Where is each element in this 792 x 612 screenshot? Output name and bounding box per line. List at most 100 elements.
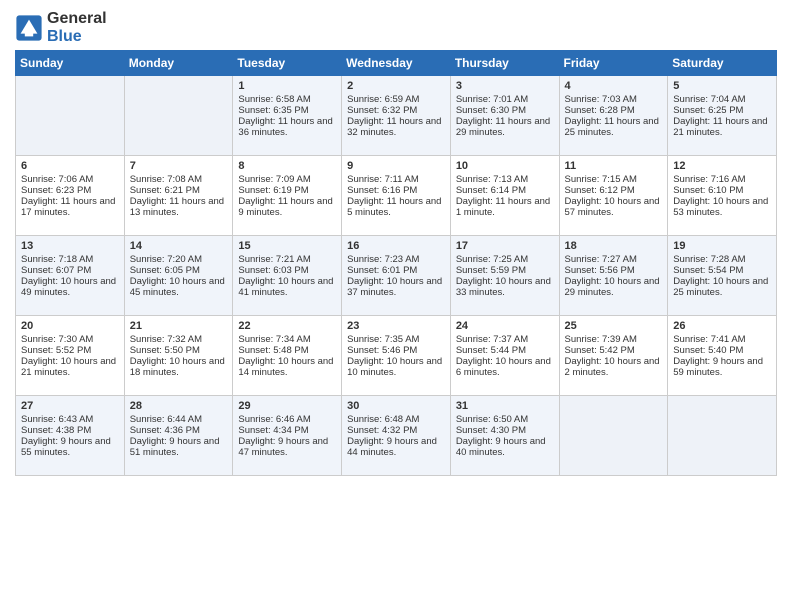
calendar-cell <box>668 396 777 476</box>
calendar-cell: 24 Sunrise: 7:37 AMSunset: 5:44 PMDayligh… <box>450 316 559 396</box>
day-number: 2 <box>347 80 445 92</box>
day-content: Sunrise: 7:15 AM <box>565 174 663 185</box>
day-content: Sunrise: 7:03 AM <box>565 94 663 105</box>
calendar-cell: 11Sunrise: 7:15 AMSunset: 6:12 PMDayligh… <box>559 156 668 236</box>
calendar-cell: 3 Sunrise: 7:01 AMSunset: 6:30 PMDaylight… <box>450 76 559 156</box>
day-content: Sunset: 4:36 PM <box>130 425 228 436</box>
day-number: 28 <box>130 400 228 412</box>
day-content: Sunrise: 6:58 AM <box>238 94 336 105</box>
day-content: Sunrise: 6:44 AM <box>130 414 228 425</box>
calendar-cell: 15Sunrise: 7:21 AMSunset: 6:03 PMDayligh… <box>233 236 342 316</box>
day-content: Sunset: 6:10 PM <box>673 185 771 196</box>
day-content: Sunrise: 7:25 AM <box>456 254 554 265</box>
day-content: Sunset: 5:48 PM <box>238 345 336 356</box>
day-number: 8 <box>238 160 336 172</box>
day-number: 24 <box>456 320 554 332</box>
day-content: Sunset: 5:56 PM <box>565 265 663 276</box>
calendar-cell: 31Sunrise: 6:50 AMSunset: 4:30 PMDayligh… <box>450 396 559 476</box>
calendar-cell: 8Sunrise: 7:09 AMSunset: 6:19 PMDaylight… <box>233 156 342 236</box>
day-content: Sunset: 5:50 PM <box>130 345 228 356</box>
calendar-cell <box>124 76 233 156</box>
weekday-header: Saturday <box>668 51 777 76</box>
calendar-cell: 23Sunrise: 7:35 AMSunset: 5:46 PMDayligh… <box>342 316 451 396</box>
calendar-week-row: 6Sunrise: 7:06 AMSunset: 6:23 PMDaylight… <box>16 156 777 236</box>
day-content: Sunset: 6:30 PM <box>456 105 554 116</box>
day-content: Sunset: 5:46 PM <box>347 345 445 356</box>
day-content: Sunrise: 6:50 AM <box>456 414 554 425</box>
day-number: 26 <box>673 320 771 332</box>
calendar-cell: 14Sunrise: 7:20 AMSunset: 6:05 PMDayligh… <box>124 236 233 316</box>
day-content: Sunrise: 7:18 AM <box>21 254 119 265</box>
calendar-cell: 22Sunrise: 7:34 AMSunset: 5:48 PMDayligh… <box>233 316 342 396</box>
day-content: Sunrise: 7:13 AM <box>456 174 554 185</box>
logo-icon <box>15 14 43 42</box>
calendar-cell: 5Sunrise: 7:04 AMSunset: 6:25 PMDaylight… <box>668 76 777 156</box>
day-content: Sunrise: 7:34 AM <box>238 334 336 345</box>
day-content: Sunset: 6:05 PM <box>130 265 228 276</box>
weekday-header: Tuesday <box>233 51 342 76</box>
day-content: Sunset: 6:19 PM <box>238 185 336 196</box>
day-content: Daylight: 9 hours and 44 minutes. <box>347 436 445 458</box>
day-content: Daylight: 11 hours and 21 minutes. <box>673 116 771 138</box>
calendar-cell: 17Sunrise: 7:25 AMSunset: 5:59 PMDayligh… <box>450 236 559 316</box>
day-content: Daylight: 11 hours and 25 minutes. <box>565 116 663 138</box>
day-number: 31 <box>456 400 554 412</box>
day-number: 12 <box>673 160 771 172</box>
day-content: Sunset: 6:16 PM <box>347 185 445 196</box>
day-content: Sunrise: 7:37 AM <box>456 334 554 345</box>
day-content: Daylight: 10 hours and 49 minutes. <box>21 276 119 298</box>
day-content: Sunrise: 7:20 AM <box>130 254 228 265</box>
calendar-cell: 6Sunrise: 7:06 AMSunset: 6:23 PMDaylight… <box>16 156 125 236</box>
day-content: Daylight: 10 hours and 37 minutes. <box>347 276 445 298</box>
day-content: Sunrise: 7:35 AM <box>347 334 445 345</box>
day-content: Sunset: 5:40 PM <box>673 345 771 356</box>
day-content: Sunset: 4:32 PM <box>347 425 445 436</box>
day-content: Sunrise: 7:08 AM <box>130 174 228 185</box>
day-number: 22 <box>238 320 336 332</box>
day-content: Sunrise: 7:01 AM <box>456 94 554 105</box>
day-content: Sunset: 6:14 PM <box>456 185 554 196</box>
day-number: 3 <box>456 80 554 92</box>
day-content: Sunrise: 7:30 AM <box>21 334 119 345</box>
calendar-cell: 13Sunrise: 7:18 AMSunset: 6:07 PMDayligh… <box>16 236 125 316</box>
day-content: Sunrise: 6:43 AM <box>21 414 119 425</box>
day-content: Daylight: 11 hours and 17 minutes. <box>21 196 119 218</box>
day-number: 7 <box>130 160 228 172</box>
day-number: 17 <box>456 240 554 252</box>
day-content: Sunrise: 6:48 AM <box>347 414 445 425</box>
day-content: Daylight: 9 hours and 47 minutes. <box>238 436 336 458</box>
day-number: 13 <box>21 240 119 252</box>
day-content: Daylight: 10 hours and 18 minutes. <box>130 356 228 378</box>
day-content: Daylight: 11 hours and 9 minutes. <box>238 196 336 218</box>
day-content: Daylight: 10 hours and 21 minutes. <box>21 356 119 378</box>
calendar-cell: 9Sunrise: 7:11 AMSunset: 6:16 PMDaylight… <box>342 156 451 236</box>
calendar-cell: 4Sunrise: 7:03 AMSunset: 6:28 PMDaylight… <box>559 76 668 156</box>
day-number: 19 <box>673 240 771 252</box>
calendar-cell <box>16 76 125 156</box>
calendar-week-row: 20Sunrise: 7:30 AMSunset: 5:52 PMDayligh… <box>16 316 777 396</box>
day-content: Daylight: 10 hours and 53 minutes. <box>673 196 771 218</box>
day-content: Daylight: 10 hours and 2 minutes. <box>565 356 663 378</box>
day-content: Sunrise: 7:27 AM <box>565 254 663 265</box>
day-content: Daylight: 10 hours and 57 minutes. <box>565 196 663 218</box>
day-content: Daylight: 11 hours and 29 minutes. <box>456 116 554 138</box>
day-content: Sunrise: 7:28 AM <box>673 254 771 265</box>
calendar-cell: 20Sunrise: 7:30 AMSunset: 5:52 PMDayligh… <box>16 316 125 396</box>
logo: General Blue <box>15 10 107 46</box>
day-content: Daylight: 9 hours and 55 minutes. <box>21 436 119 458</box>
day-number: 10 <box>456 160 554 172</box>
day-content: Sunset: 6:01 PM <box>347 265 445 276</box>
calendar-cell: 18Sunrise: 7:27 AMSunset: 5:56 PMDayligh… <box>559 236 668 316</box>
weekday-header: Sunday <box>16 51 125 76</box>
day-content: Daylight: 11 hours and 36 minutes. <box>238 116 336 138</box>
calendar-week-row: 1Sunrise: 6:58 AMSunset: 6:35 PMDaylight… <box>16 76 777 156</box>
weekday-header: Monday <box>124 51 233 76</box>
day-content: Daylight: 10 hours and 10 minutes. <box>347 356 445 378</box>
day-number: 14 <box>130 240 228 252</box>
calendar-cell <box>559 396 668 476</box>
day-content: Sunrise: 7:11 AM <box>347 174 445 185</box>
day-content: Sunset: 6:12 PM <box>565 185 663 196</box>
day-content: Daylight: 10 hours and 6 minutes. <box>456 356 554 378</box>
day-content: Sunset: 5:44 PM <box>456 345 554 356</box>
day-content: Sunrise: 6:59 AM <box>347 94 445 105</box>
